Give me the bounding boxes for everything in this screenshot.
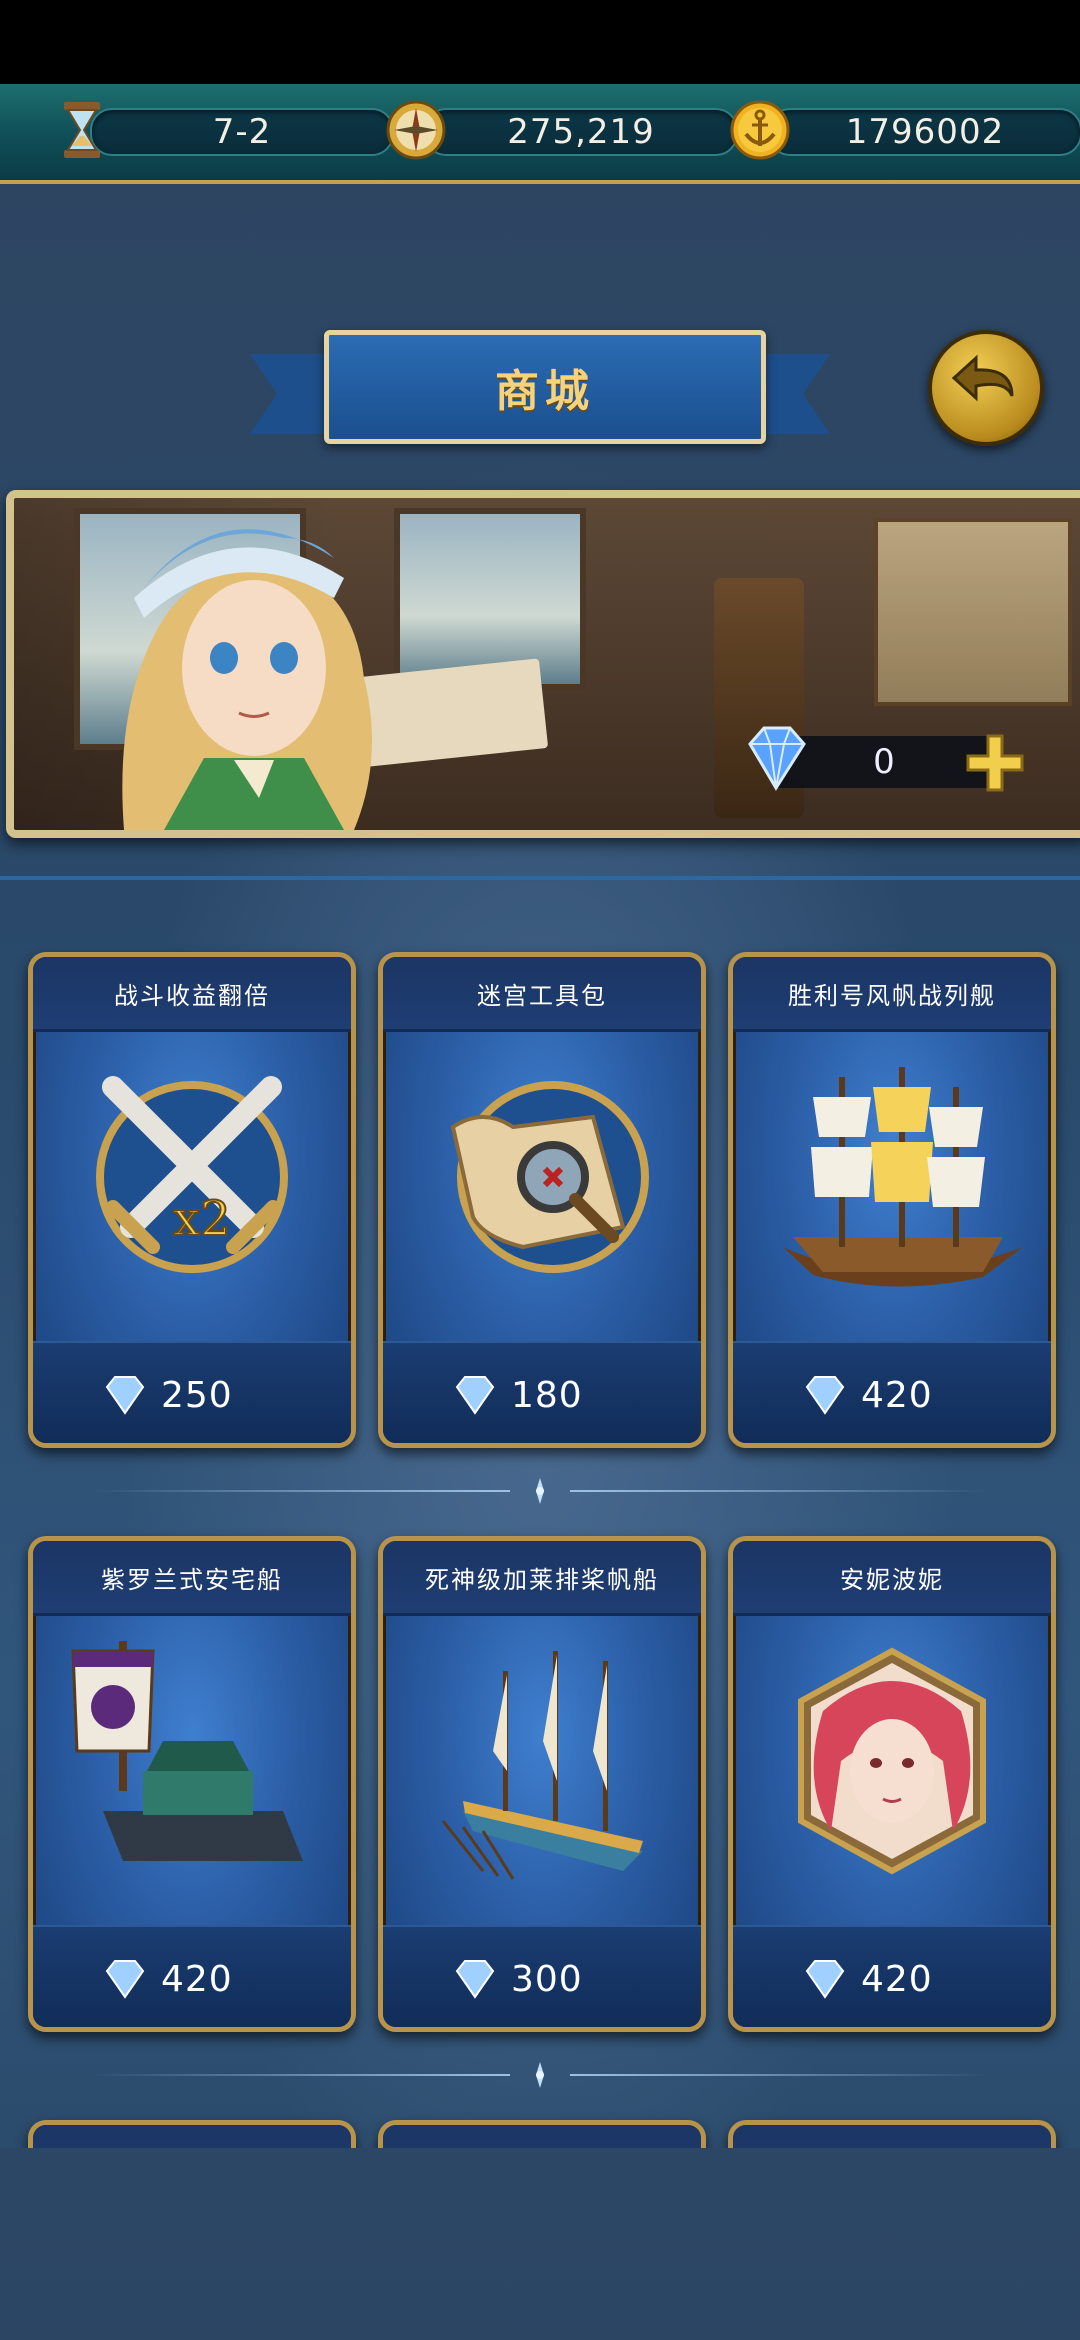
diamond-icon (805, 1376, 845, 1415)
diamond-icon (455, 1376, 495, 1415)
price-value: 180 (511, 1374, 583, 1416)
atakebune-ship-icon (71, 1641, 303, 1861)
gold-counter: 1796002 (728, 100, 1080, 160)
gold-value: 1796002 (768, 108, 1080, 156)
diamond-icon (805, 1960, 845, 1999)
back-arrow-icon (951, 354, 1014, 402)
ornament-icon (536, 2062, 544, 2088)
row-separator (90, 1476, 990, 1506)
separator-line-right (570, 2074, 990, 2076)
treasure-map-magnifier-icon (450, 1081, 649, 1273)
shopkeeper-scene: 0 (6, 490, 1080, 838)
item-price: 420 (803, 1953, 933, 2005)
bottom-area (0, 2148, 1080, 2340)
price-value: 250 (161, 1374, 233, 1416)
anchor-coin-icon (730, 100, 790, 160)
page-title: 商城 (324, 330, 766, 444)
sailing-warship-icon (783, 1067, 1023, 1287)
item-title: 安妮波妮 (733, 1541, 1051, 1616)
item-price: 420 (103, 1953, 233, 2005)
shop-item-anne-bonny[interactable]: 安妮波妮 420 (728, 1536, 1056, 2032)
diamond-icon (455, 1960, 495, 1999)
status-bar (0, 0, 1080, 84)
item-title: 战斗收益翻倍 (33, 957, 351, 1032)
shop-item-reaper-galley[interactable]: 死神级加莱排桨帆船 300 (378, 1536, 706, 2032)
ornament-icon (536, 1478, 544, 1504)
add-gems-button[interactable] (964, 732, 1026, 794)
item-title: 紫罗兰式安宅船 (33, 1541, 351, 1616)
shop-item-battle-reward-double[interactable]: 战斗收益翻倍 x2 250 (28, 952, 356, 1448)
shop-item-maze-toolkit[interactable]: 迷宫工具包 180 (378, 952, 706, 1448)
shopkeeper-portrait (122, 529, 372, 830)
item-price: 250 (103, 1369, 233, 1421)
separator-line-left (90, 2074, 510, 2076)
price-value: 420 (161, 1958, 233, 2000)
row-separator (90, 2060, 990, 2090)
anne-bonny-portrait-icon (798, 1647, 986, 1875)
item-title: 胜利号风帆战列舰 (733, 957, 1051, 1032)
compass-counter: 275,219 (384, 100, 738, 160)
svg-text:x2: x2 (173, 1191, 231, 1247)
shop-item-violet-atakebune[interactable]: 紫罗兰式安宅船 420 (28, 1536, 356, 2032)
resource-bar: 7-2 275,219 1796002 (0, 84, 1080, 184)
crossed-swords-x2-icon: x2 (96, 1076, 288, 1273)
shop-item-victory-ship[interactable]: 胜利号风帆战列舰 420 (728, 952, 1056, 1448)
item-title: 迷宫工具包 (383, 957, 701, 1032)
compass-value: 275,219 (424, 108, 738, 156)
diamond-icon (105, 1376, 145, 1415)
item-price: 300 (453, 1953, 583, 2005)
price-value: 420 (861, 1958, 933, 2000)
galley-ship-icon (441, 1651, 643, 1880)
separator-line-right (570, 1490, 990, 1492)
hourglass-icon (64, 102, 100, 158)
price-value: 300 (511, 1958, 583, 2000)
back-button[interactable] (928, 330, 1044, 446)
gem-balance: 0 (734, 726, 1054, 800)
diamond-icon (748, 726, 806, 791)
separator-line-left (90, 1490, 510, 1492)
item-price: 420 (803, 1369, 933, 1421)
scene-wall-map (874, 518, 1072, 706)
section-divider (0, 876, 1080, 880)
diamond-icon (105, 1960, 145, 1999)
item-price: 180 (453, 1369, 583, 1421)
title-banner: 商城 (250, 330, 830, 450)
stage-counter: 7-2 (50, 102, 394, 158)
compass-icon (386, 100, 446, 160)
price-value: 420 (861, 1374, 933, 1416)
stage-value: 7-2 (90, 108, 394, 156)
item-title: 死神级加莱排桨帆船 (383, 1541, 701, 1616)
